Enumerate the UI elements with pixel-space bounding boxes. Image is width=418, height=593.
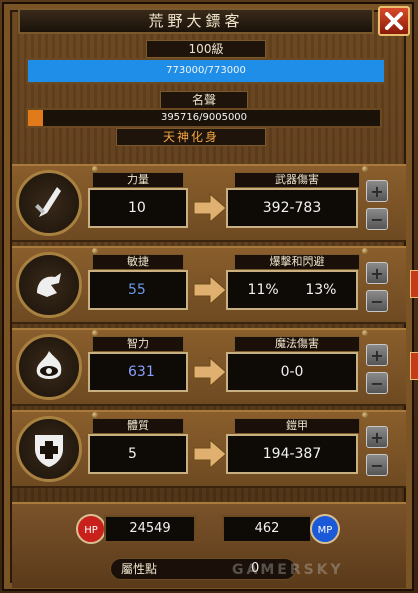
stat-icon-frame [16, 416, 82, 482]
side-tab[interactable] [410, 270, 418, 298]
result-value: 11% 13% [226, 270, 358, 310]
xp-text: 773000/773000 [166, 65, 246, 76]
stat-row-intelligence: 智力 631 魔法傷害 0-0 + − [12, 328, 406, 406]
close-button[interactable] [378, 6, 410, 36]
decrease-strength-button[interactable]: − [366, 208, 388, 230]
level-label: 100級 [146, 40, 266, 58]
mp-orb: MP [310, 514, 340, 544]
result-label: 爆擊和閃避 [234, 254, 360, 270]
arrow-right-icon [193, 356, 227, 388]
increase-constitution-button[interactable]: + [366, 426, 388, 448]
hp-value: 24549 [104, 515, 196, 543]
stat-icon-frame [16, 334, 82, 400]
window-title: 荒野大鏢客 [18, 8, 374, 34]
fame-bar: 395716/9005000 [26, 108, 382, 128]
stat-row-agility: 敏捷 55 爆擊和閃避 11% 13% + − [12, 246, 406, 324]
result-label: 鎧甲 [234, 418, 360, 434]
result-value: 0-0 [226, 352, 358, 392]
attr-label: 體質 [92, 418, 184, 434]
fame-text: 395716/9005000 [160, 112, 248, 123]
arrow-right-icon [193, 438, 227, 470]
hand-dodge-icon [37, 273, 61, 297]
attr-value: 5 [88, 434, 188, 474]
watermark: GAMERSKY [232, 562, 344, 578]
attr-label: 敏捷 [92, 254, 184, 270]
attr-value: 631 [88, 352, 188, 392]
decrease-intelligence-button[interactable]: − [366, 372, 388, 394]
hp-orb: HP [76, 514, 106, 544]
close-icon [385, 12, 403, 30]
increase-intelligence-button[interactable]: + [366, 344, 388, 366]
fame-label: 名聲 [160, 91, 248, 109]
result-value: 194-387 [226, 434, 358, 474]
sword-fist-icon [35, 187, 61, 217]
stat-icon-frame [16, 170, 82, 236]
rank-title: 天神化身 [116, 128, 266, 146]
result-label: 武器傷害 [234, 172, 360, 188]
arrow-right-icon [193, 274, 227, 306]
flame-eye-icon [36, 351, 62, 379]
increase-strength-button[interactable]: + [366, 180, 388, 202]
attr-value: 55 [88, 270, 188, 310]
result-label: 魔法傷害 [234, 336, 360, 352]
arrow-right-icon [193, 192, 227, 224]
attr-label: 智力 [92, 336, 184, 352]
stat-icon-frame [16, 252, 82, 318]
shield-cross-icon [35, 435, 63, 467]
result-value: 392-783 [226, 188, 358, 228]
decrease-agility-button[interactable]: − [366, 290, 388, 312]
attribute-points-label: 屬性點 [121, 562, 158, 576]
decrease-constitution-button[interactable]: − [366, 454, 388, 476]
attr-value: 10 [88, 188, 188, 228]
increase-agility-button[interactable]: + [366, 262, 388, 284]
mp-value: 462 [222, 515, 312, 543]
attr-label: 力量 [92, 172, 184, 188]
stat-row-strength: 力量 10 武器傷害 392-783 + − [12, 164, 406, 242]
xp-bar: 773000/773000 [26, 58, 386, 84]
side-tab[interactable] [410, 352, 418, 380]
stat-row-constitution: 體質 5 鎧甲 194-387 + − [12, 410, 406, 488]
